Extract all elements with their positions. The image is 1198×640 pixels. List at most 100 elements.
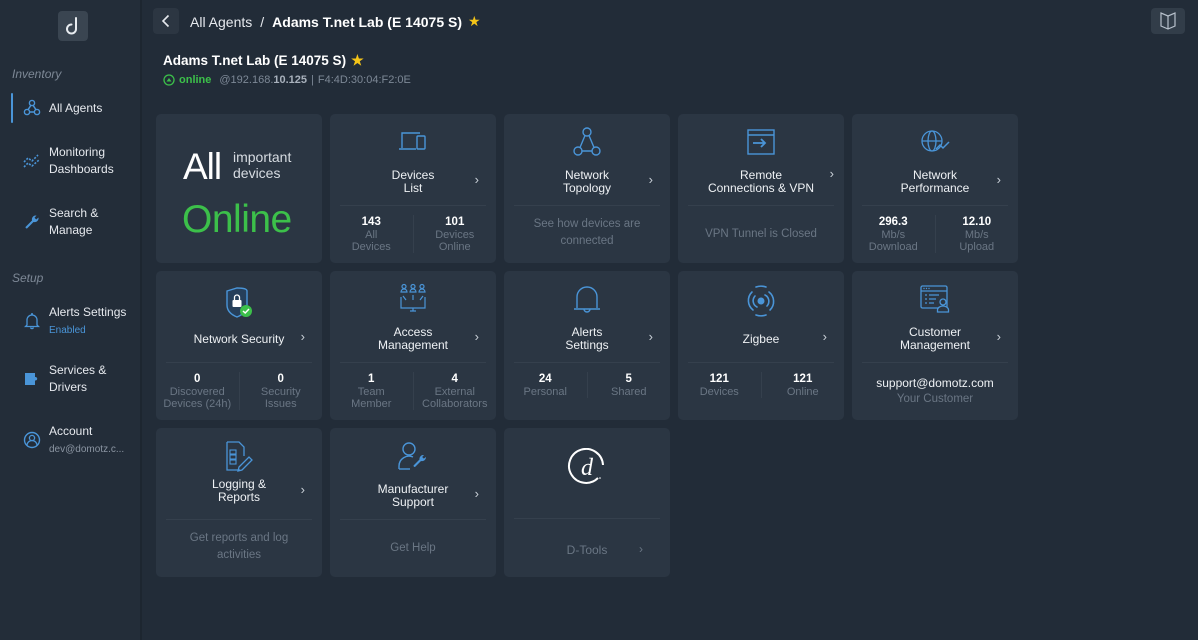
- stat-devices-online[interactable]: 101 Devices Online: [412, 215, 497, 253]
- hero-all: All: [183, 146, 222, 187]
- sidebar-item-all-agents[interactable]: All Agents: [0, 97, 140, 119]
- card-title: Alerts Settings: [504, 324, 670, 354]
- title-line1: Customer: [908, 325, 961, 339]
- sidebar-item-label: Alerts Settings: [49, 305, 127, 319]
- title-line1: Alerts: [571, 325, 603, 339]
- stat-value: 12.10: [962, 216, 992, 228]
- section-label-setup: Setup: [12, 271, 44, 285]
- hero-important-line1: important: [233, 149, 292, 165]
- get-help-link[interactable]: Get Help: [338, 540, 488, 557]
- stat-value: 0: [277, 373, 284, 385]
- stat-label: Mb/s Upload: [959, 229, 995, 253]
- stat-external-collaborators[interactable]: 4 External Collaborators: [412, 372, 497, 410]
- stat-shared[interactable]: 5 Shared: [586, 372, 671, 398]
- card-network-security[interactable]: Network Security › 0 Discovered Devices (2…: [156, 271, 322, 420]
- wrench-icon: [21, 211, 43, 233]
- star-icon[interactable]: ★: [468, 13, 481, 30]
- report-icon: [156, 440, 322, 472]
- card-description: See how devices are connected: [533, 218, 641, 247]
- stat-zigbee-online[interactable]: 121 Online: [760, 372, 845, 398]
- favorite-star-icon[interactable]: ★: [351, 52, 364, 69]
- card-customer-management[interactable]: Customer Management › support@domotz.com …: [852, 271, 1018, 420]
- stat-label: Online: [786, 386, 819, 398]
- card-network-performance[interactable]: Network Performance › 296.3 Mb/s Download 1…: [852, 114, 1018, 263]
- section-label-inventory: Inventory: [12, 67, 62, 81]
- topology-icon: [504, 126, 670, 158]
- documentation-button[interactable]: [1151, 8, 1185, 34]
- card-zigbee[interactable]: Zigbee › 121 Devices 121 Online: [678, 271, 844, 420]
- chevron-right-icon: ›: [648, 172, 653, 187]
- card-access-management[interactable]: Access Management › 1 Team Member 4 External…: [330, 271, 496, 420]
- access-management-icon: [330, 283, 496, 315]
- card-remote-connections[interactable]: Remote Connections & VPN › VPN Tunnel is …: [678, 114, 844, 263]
- stat-personal[interactable]: 24 Personal: [504, 372, 587, 398]
- sidebar-item-monitoring-dashboards[interactable]: Monitoring Dashboards: [0, 144, 140, 178]
- card-logging-reports[interactable]: Logging & Reports › Get reports and log a…: [156, 428, 322, 577]
- hero-important-devices: important devices: [233, 149, 291, 181]
- card-devices-list[interactable]: Devices List › 143 All Devices 101 Devices On…: [330, 114, 496, 263]
- breadcrumb-all-agents[interactable]: All Agents: [190, 14, 252, 30]
- divider: [862, 362, 1008, 363]
- title-line2: Settings: [565, 338, 609, 352]
- customer-management-icon: [852, 283, 1018, 315]
- card-title: Network Topology: [504, 167, 670, 197]
- d-tools-logo-icon: d: [504, 448, 670, 488]
- d-tools-label: D-Tools: [566, 543, 608, 557]
- sidebar-item-label: Search &: [49, 206, 99, 220]
- status-online: online: [179, 74, 212, 86]
- chevron-right-icon: ›: [829, 166, 834, 181]
- card-alerts-settings[interactable]: Alerts Settings › 24 Personal 5 Shared: [504, 271, 670, 420]
- stat-team-member[interactable]: 1 Team Member: [330, 372, 413, 410]
- hero-important-line2: devices: [233, 165, 281, 181]
- title-line2: Management: [899, 338, 971, 352]
- back-button[interactable]: [153, 8, 179, 34]
- divider: [514, 362, 660, 363]
- card-network-topology[interactable]: Network Topology › See how devices are co…: [504, 114, 670, 263]
- stat-label: All Devices: [351, 229, 391, 253]
- stat-all-devices[interactable]: 143 All Devices: [330, 215, 413, 253]
- chevron-right-icon: ›: [474, 172, 479, 187]
- sidebar-item-search-manage[interactable]: Search & Manage: [0, 205, 140, 239]
- stats: 1 Team Member 4 External Collaborators: [330, 372, 496, 410]
- title-line1: Devices: [391, 168, 435, 182]
- chevron-right-icon: ›: [300, 329, 305, 344]
- domotz-logo[interactable]: [58, 11, 88, 41]
- title-line2: Connections & VPN: [707, 181, 815, 195]
- card-title: Network Security: [156, 324, 322, 354]
- stat-value: 5: [625, 373, 632, 385]
- stat-download: 296.3 Mb/s Download: [852, 215, 935, 253]
- logo-icon: [66, 17, 77, 35]
- stat-discovered-devices[interactable]: 0 Discovered Devices (24h): [156, 372, 239, 410]
- stat-security-issues[interactable]: 0 Security Issues: [238, 372, 323, 410]
- remote-connection-icon: [678, 126, 844, 158]
- stat-value: 24: [538, 373, 552, 385]
- sidebar-item-alerts-settings[interactable]: Alerts Settings Enabled: [0, 304, 140, 338]
- stat-label: Shared: [611, 386, 647, 398]
- stat-zigbee-devices[interactable]: 121 Devices: [678, 372, 761, 398]
- sidebar-item-label-line2: Dashboards: [49, 162, 114, 176]
- title-line1: Zigbee: [742, 331, 780, 346]
- agent-title: Adams T.net Lab (E 14075 S) ★: [163, 52, 364, 69]
- book-icon: [1160, 12, 1176, 30]
- title-line1: Logging &: [211, 477, 267, 491]
- card-title: Zigbee: [678, 324, 844, 354]
- divider: [514, 205, 660, 206]
- zigbee-signal-icon: [678, 285, 844, 317]
- divider: [514, 518, 660, 519]
- sidebar: Inventory All Agents Monitoring Dashboard…: [0, 0, 142, 640]
- sidebar-item-label-line2: Manage: [49, 223, 93, 237]
- stat-label: Mb/s Download: [868, 229, 918, 253]
- sidebar-item-account[interactable]: Account dev@domotz.c...: [0, 423, 140, 457]
- card-title: Logging & Reports: [156, 476, 322, 506]
- stat-value: 296.3: [878, 216, 908, 228]
- customer-email[interactable]: support@domotz.com: [852, 376, 1018, 390]
- sidebar-item-label-line2: Drivers: [49, 380, 87, 394]
- title-line2: Management: [377, 338, 449, 352]
- card-d-tools[interactable]: d D-Tools ›: [504, 428, 670, 577]
- title-line2: Topology: [562, 181, 612, 195]
- card-manufacturer-support[interactable]: Manufacturer Support › Get Help: [330, 428, 496, 577]
- stat-value: 121: [793, 373, 813, 385]
- sidebar-item-services-drivers[interactable]: Services & Drivers: [0, 362, 140, 396]
- title-line1: Manufacturer: [377, 482, 449, 496]
- divider: [166, 519, 312, 520]
